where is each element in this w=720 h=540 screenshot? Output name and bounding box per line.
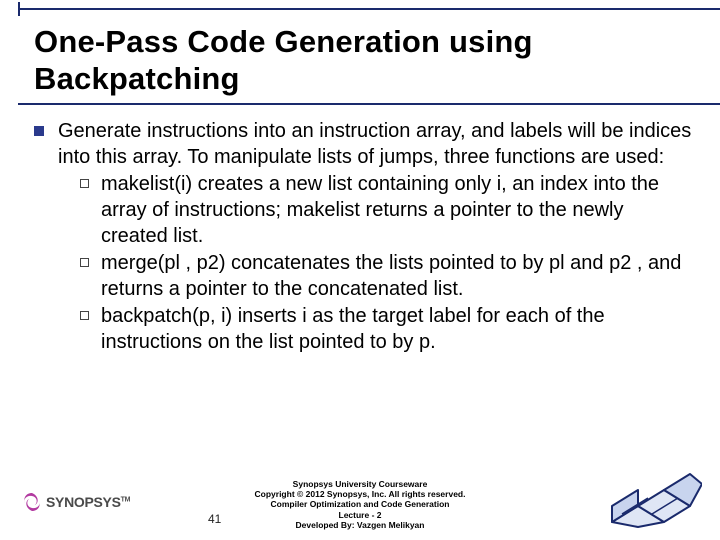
credits: Synopsys University Courseware Copyright… xyxy=(255,479,466,530)
trademark: TM xyxy=(121,496,131,503)
footer: SYNOPSYSTM 41 Synopsys University Course… xyxy=(0,462,720,534)
credit-line: Lecture - 2 xyxy=(255,510,466,520)
page-number: 41 xyxy=(208,512,221,526)
credit-line: Developed By: Vazgen Melikyan xyxy=(255,520,466,530)
bullet-item: Generate instructions into an instructio… xyxy=(34,119,692,357)
rule-bottom xyxy=(18,103,720,105)
brand-logo: SYNOPSYSTM xyxy=(22,492,130,512)
sub-bullet-item: merge(pl , p2) concatenates the lists po… xyxy=(80,251,692,302)
hollow-square-bullet-icon xyxy=(80,311,89,320)
sub-bullet-text: merge(pl , p2) concatenates the lists po… xyxy=(101,251,692,302)
credit-line: Synopsys University Courseware xyxy=(255,479,466,489)
credit-line: Copyright © 2012 Synopsys, Inc. All righ… xyxy=(255,489,466,499)
sub-bullet-text: backpatch(p, i) inserts i as the target … xyxy=(101,304,692,355)
intro-text: Generate instructions into an instructio… xyxy=(58,120,691,168)
slide: One-Pass Code Generation using Backpatch… xyxy=(0,0,720,540)
swirl-icon xyxy=(22,492,42,512)
square-bullet-icon xyxy=(34,126,44,136)
brand-text: SYNOPSYSTM xyxy=(46,494,130,510)
page-title: One-Pass Code Generation using Backpatch… xyxy=(34,24,692,97)
body: Generate instructions into an instructio… xyxy=(28,119,692,357)
hollow-square-bullet-icon xyxy=(80,258,89,267)
credit-line: Compiler Optimization and Code Generatio… xyxy=(255,499,466,509)
sublist: makelist(i) creates a new list containin… xyxy=(58,172,692,355)
hollow-square-bullet-icon xyxy=(80,179,89,188)
brand-name: SYNOPSYS xyxy=(46,494,121,510)
rule-top xyxy=(18,8,720,10)
sub-bullet-item: backpatch(p, i) inserts i as the target … xyxy=(80,304,692,355)
sub-bullet-item: makelist(i) creates a new list containin… xyxy=(80,172,692,249)
sub-bullet-text: makelist(i) creates a new list containin… xyxy=(101,172,692,249)
bullet-text: Generate instructions into an instructio… xyxy=(58,119,692,357)
geometric-logo xyxy=(606,470,702,528)
